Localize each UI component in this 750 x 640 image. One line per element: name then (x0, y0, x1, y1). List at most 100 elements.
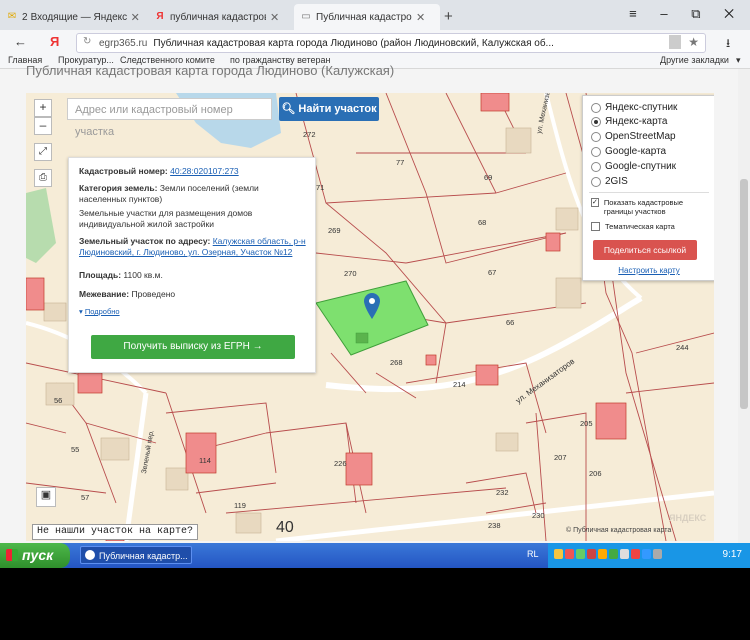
start-label: пуск (22, 547, 54, 563)
checkbox-icon[interactable] (591, 222, 600, 231)
start-button[interactable]: пуск (0, 543, 70, 568)
field-value: Проведено (131, 289, 176, 299)
taskbar-item-browser[interactable]: Публичная кадастр... (80, 546, 192, 564)
search-input[interactable]: Адрес или кадастровый номер участка (67, 98, 272, 138)
layers-toggle-icon[interactable]: ▣ (36, 487, 56, 507)
browser-icon (85, 550, 95, 560)
page-scrollbar[interactable] (738, 69, 750, 543)
lot-number: 270 (344, 269, 357, 278)
lot-number: 55 (71, 445, 80, 454)
divider (589, 192, 709, 193)
fullscreen-icon[interactable]: ⤢ (34, 143, 52, 161)
download-icon[interactable]: ⭳ (726, 34, 730, 55)
tab-label: Входящие — Яндекс.По (30, 11, 127, 23)
system-tray: 9:17 (548, 543, 750, 568)
speaker-icon[interactable] (653, 549, 662, 559)
checkbox-checked-icon[interactable]: ✓ (591, 198, 599, 207)
tray-icon[interactable] (565, 549, 574, 559)
cadastral-number-row: Кадастровый номер: 40:28:020107:273 (79, 166, 307, 177)
lot-number: 207 (554, 453, 567, 462)
survey-row: Межевание: Проведено (79, 289, 307, 300)
option-label: Показать кадастровые границы участков (603, 198, 684, 216)
get-egrn-extract-button[interactable]: Получить выписку из ЕГРН → (91, 335, 295, 359)
layer-option[interactable]: 2GIS (591, 176, 628, 187)
layer-option[interactable]: Google-карта (591, 146, 666, 157)
cadastral-number-link[interactable]: 40:28:020107:273 (170, 166, 239, 176)
reader-icon[interactable] (669, 35, 681, 49)
other-bookmarks[interactable]: Другие закладки (660, 55, 729, 65)
option-label: Тематическая карта (605, 222, 675, 231)
show-borders-option[interactable]: ✓ Показать кадастровые границы участков (591, 198, 709, 216)
yandex-icon: Я (156, 11, 164, 22)
zoom-in-button[interactable]: + (34, 99, 52, 117)
radio-icon[interactable] (591, 161, 601, 172)
task-label: Публичная кадастр... (99, 551, 188, 561)
address-row: Земельный участок по адресу: Калужская о… (79, 236, 307, 258)
reload-icon[interactable]: ↻ (83, 36, 91, 47)
lot-number: 69 (484, 173, 493, 182)
find-plot-button[interactable]: 🔍︎ Найти участок (279, 97, 379, 121)
layer-label: OpenStreetMap (605, 131, 676, 142)
lot-number: 238 (488, 521, 501, 530)
thematic-map-option[interactable]: Тематическая карта (591, 222, 709, 231)
more-details-link[interactable]: Подробно (85, 307, 120, 316)
scrollbar-thumb[interactable] (740, 179, 748, 409)
radio-icon[interactable] (591, 146, 601, 157)
language-indicator[interactable]: RL (527, 549, 539, 559)
close-icon[interactable]: ✕ (416, 11, 425, 24)
yandex-logo[interactable]: Я (50, 34, 59, 49)
radio-icon[interactable] (591, 102, 601, 113)
address-bar[interactable]: ↻ egrp365.ru Публичная кадастровая карта… (76, 33, 706, 53)
tab-mail[interactable]: ✉ 2 Входящие — Яндекс.По ✕ (0, 4, 148, 30)
lot-number: 77 (396, 158, 405, 167)
tab-cadastral-map[interactable]: ▭ Публичная кадастровая ✕ (294, 4, 440, 30)
tab-label: Публичная кадастровая (316, 11, 412, 23)
lot-number: 232 (496, 488, 509, 497)
tray-icon[interactable] (554, 549, 563, 559)
map-pin-icon[interactable] (364, 293, 380, 319)
search-icon: 🔍︎ (281, 103, 296, 115)
lot-number: 67 (488, 268, 497, 277)
window-controls[interactable]: ≡ – ⧉ ✕ (629, 6, 744, 22)
lot-number: 205 (580, 419, 593, 428)
tray-icon[interactable] (609, 549, 618, 559)
layer-label: Google-карта (605, 146, 667, 157)
lot-number: 230 (532, 511, 545, 520)
map-watermark: ЯНДЕКС (669, 513, 707, 523)
tray-icon[interactable] (587, 549, 596, 559)
lot-number: 71 (316, 183, 325, 192)
print-icon[interactable]: ⎙ (34, 169, 52, 187)
tray-icon[interactable] (631, 549, 640, 559)
lot-number: 68 (478, 218, 487, 227)
radio-icon[interactable] (591, 116, 601, 127)
tray-icon[interactable] (598, 549, 607, 559)
cadastral-map[interactable]: 272 77 71 69 68 269 270 67 66 268 214 56… (26, 93, 714, 541)
zoom-out-button[interactable]: – (34, 117, 52, 135)
radio-icon[interactable] (591, 176, 601, 187)
radio-icon[interactable] (591, 131, 601, 142)
map-copyright: © Публичная кадастровая карта (566, 527, 672, 534)
setup-map-link[interactable]: Настроить карту (583, 266, 714, 275)
close-icon[interactable]: ✕ (131, 11, 140, 24)
layer-option[interactable]: Яндекс-спутник (591, 102, 677, 113)
tray-icon[interactable] (642, 549, 651, 559)
lot-number: 272 (303, 130, 316, 139)
star-icon[interactable]: ★ (688, 35, 699, 49)
new-tab-button[interactable]: + (444, 8, 453, 25)
share-link-button[interactable]: Поделиться ссылкой (593, 240, 697, 260)
tray-icon[interactable] (576, 549, 585, 559)
chevron-down-icon[interactable]: ▾ (736, 55, 741, 66)
tab-search[interactable]: Я публичная кадастровая ка ✕ (148, 4, 294, 30)
layer-option[interactable]: Яндекс-карта (591, 116, 668, 127)
back-button[interactable]: ← (14, 34, 27, 49)
tab-bar: ✉ 2 Входящие — Яндекс.По ✕ Я публичная к… (0, 0, 750, 30)
lot-number: 226 (334, 459, 347, 468)
tray-icon[interactable] (620, 549, 629, 559)
layer-option[interactable]: OpenStreetMap (591, 131, 676, 142)
lot-number: 119 (234, 501, 246, 510)
page-content: Публичная кадастровая карта города Людин… (0, 63, 750, 543)
lot-number: 244 (676, 343, 689, 352)
layer-option[interactable]: Google-спутник (591, 161, 676, 172)
not-found-link[interactable]: Не нашли участок на карте? (32, 524, 199, 540)
close-icon[interactable]: ✕ (270, 11, 279, 24)
